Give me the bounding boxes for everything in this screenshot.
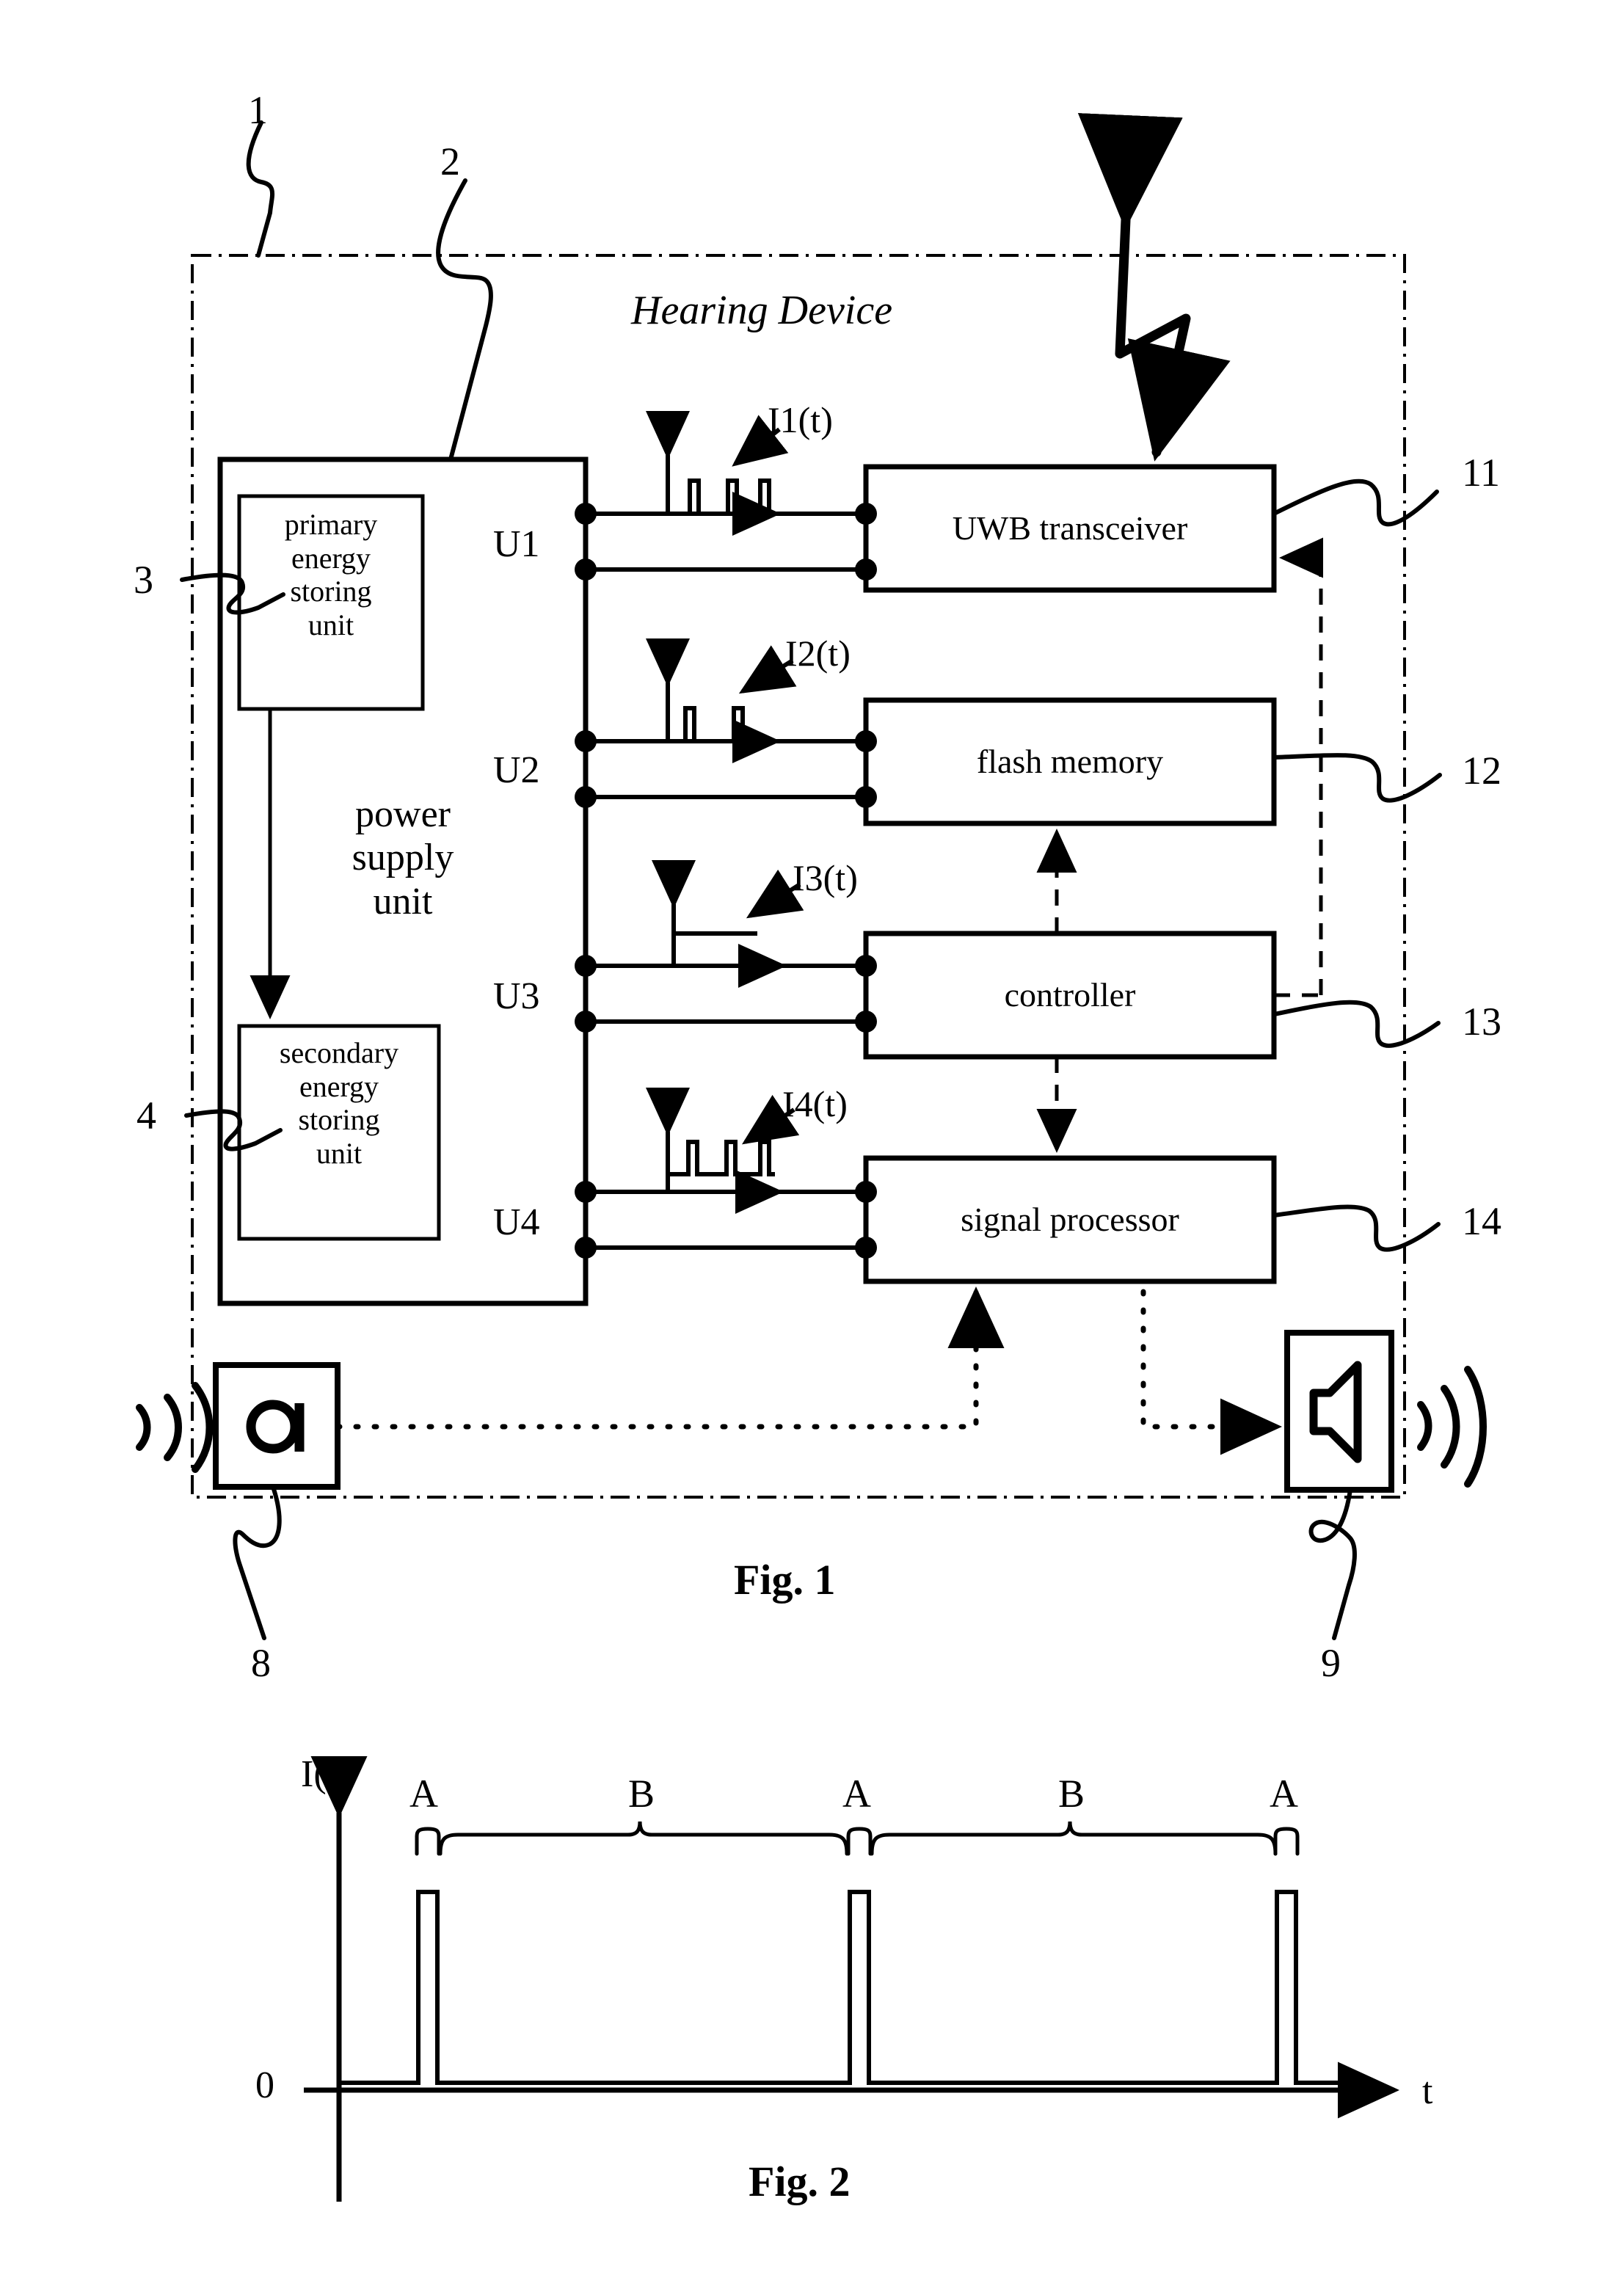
- sound-wave-out-icon: [1417, 1366, 1487, 1488]
- fig2-y-axis-label: I(t): [301, 1753, 350, 1795]
- speaker-box: [1284, 1330, 1394, 1493]
- figure1-caption: Fig. 1: [734, 1556, 836, 1604]
- fig2-x-axis-label: t: [1422, 2070, 1433, 2112]
- ref-numeral-11: 11: [1462, 451, 1500, 495]
- signal-label-i2: I2(t): [785, 633, 851, 674]
- uwb-transceiver-label: UWB transceiver: [952, 509, 1188, 547]
- waveform-i2: [646, 638, 781, 763]
- hearing-device-title: Hearing Device: [631, 288, 893, 333]
- port-label-u1: U1: [493, 523, 540, 565]
- signal-processor-label: signal processor: [961, 1201, 1179, 1238]
- port-label-u2: U2: [493, 749, 540, 791]
- secondary-energy-storing-unit-label: secondary energy storing unit: [279, 1036, 399, 1170]
- port-label-u4: U4: [493, 1201, 540, 1243]
- leader-line-9: [1308, 1488, 1357, 1640]
- fig2-interval-label-b2: B: [1058, 1772, 1085, 1816]
- ref-numeral-9: 9: [1321, 1641, 1341, 1685]
- controller-label: controller: [1004, 976, 1136, 1014]
- ctrl-to-uwb-bus: [1279, 537, 1323, 995]
- mic-to-sigproc-path: [335, 1287, 1005, 1430]
- leader-line-13: [1272, 1000, 1441, 1048]
- microphone-icon: [246, 1400, 300, 1454]
- fig2-interval-label-a1: A: [409, 1772, 438, 1816]
- waveform-i4: [646, 1088, 784, 1214]
- fig2-interval-label-b1: B: [628, 1772, 655, 1816]
- sound-wave-in-icon: [136, 1382, 214, 1473]
- sigproc-to-speaker-path: [1140, 1289, 1282, 1455]
- primary-energy-storing-unit-label: primary energy storing unit: [284, 508, 378, 641]
- ref-numeral-3: 3: [134, 558, 153, 602]
- fig2-interval-label-a2: A: [842, 1772, 871, 1816]
- fig2-origin-label: 0: [255, 2064, 274, 2106]
- speaker-icon: [1309, 1361, 1362, 1463]
- leader-line-1: [246, 120, 274, 258]
- power-supply-unit-label: power supply unit: [352, 793, 454, 922]
- ref-numeral-4: 4: [136, 1093, 156, 1138]
- signal-label-i1: I1(t): [768, 399, 833, 440]
- patent-figure-sheet: 1 2 3 4 11 12 13 14 8 9 Hearing Device p…: [0, 0, 1624, 2289]
- ref-numeral-13: 13: [1462, 1000, 1501, 1044]
- leader-line-14: [1272, 1204, 1441, 1252]
- flash-memory-label: flash memory: [976, 743, 1164, 780]
- leader-line-12: [1272, 753, 1442, 803]
- fig2-interval-braces: [415, 1821, 1300, 1856]
- fig2-interval-label-a3: A: [1270, 1772, 1298, 1816]
- signal-label-i3: I3(t): [793, 857, 858, 898]
- fig2-signal-trace: [339, 1890, 1343, 2085]
- leader-line-8: [233, 1485, 282, 1640]
- ref-numeral-1: 1: [248, 88, 268, 132]
- figure2-caption: Fig. 2: [749, 2158, 851, 2205]
- ref-numeral-12: 12: [1462, 749, 1501, 793]
- waveform-i1: [646, 411, 781, 536]
- ref-numeral-2: 2: [440, 139, 460, 183]
- ref-numeral-14: 14: [1462, 1199, 1501, 1243]
- ref-numeral-8: 8: [251, 1641, 271, 1685]
- signal-label-i4: I4(t): [782, 1083, 848, 1124]
- leader-line-2: [436, 178, 493, 462]
- port-label-u3: U3: [493, 975, 540, 1017]
- waveform-i3: [652, 860, 787, 988]
- microphone-box: [213, 1362, 341, 1490]
- leader-line-11: [1272, 478, 1439, 527]
